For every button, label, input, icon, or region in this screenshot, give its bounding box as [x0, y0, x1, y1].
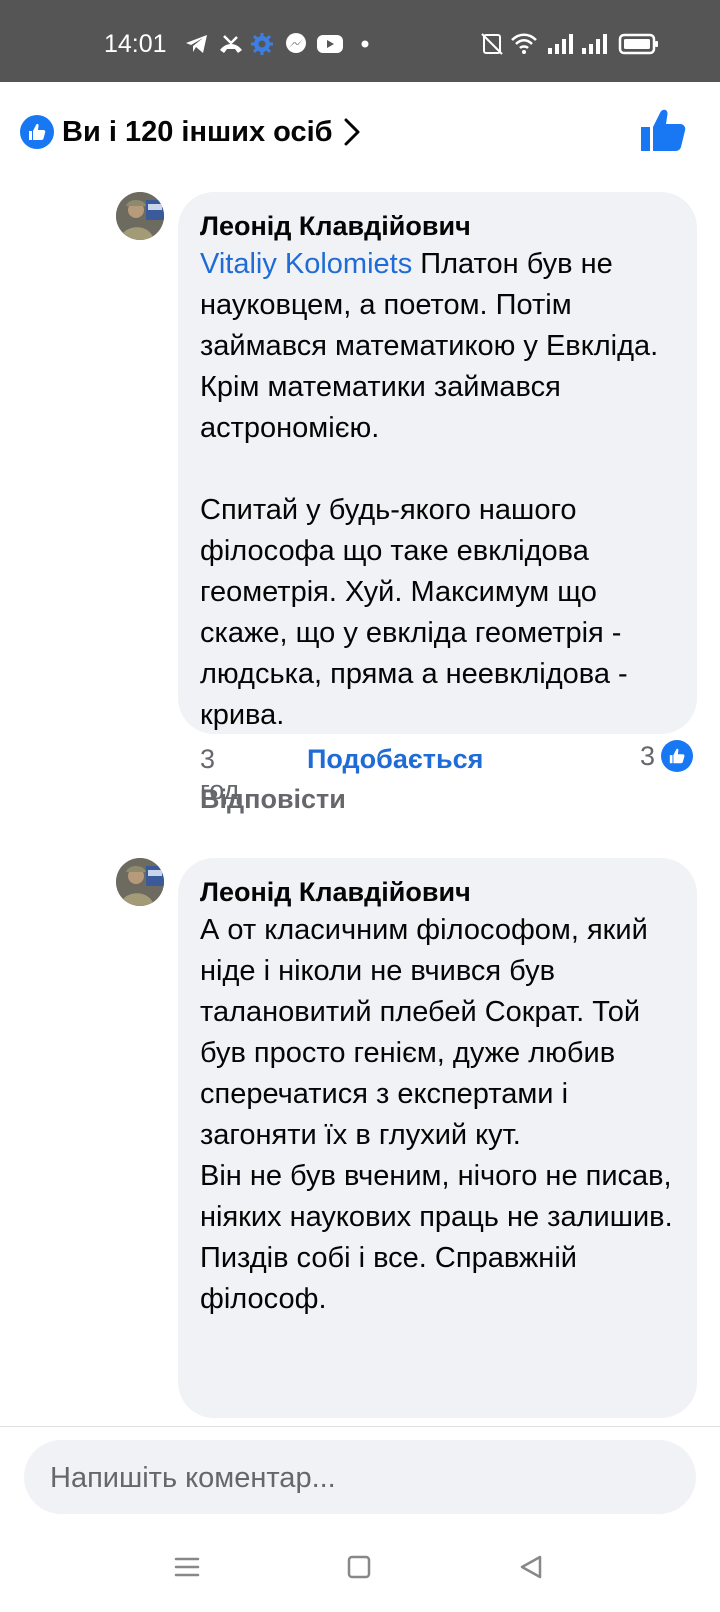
- notification-dot-icon: [361, 40, 369, 48]
- comment-author[interactable]: Леонід Клавдійович: [200, 208, 675, 244]
- reply-button[interactable]: Відповісти: [200, 784, 346, 815]
- composer-divider: [0, 1426, 720, 1427]
- comment-body: А от класичним філософом, який ніде і ні…: [200, 914, 673, 1315]
- chevron-right-icon: [344, 118, 360, 146]
- reaction-count: 3: [640, 740, 656, 771]
- reactions-summary-text: Ви і 120 інших осіб: [62, 115, 333, 148]
- settings-gear-icon: [251, 33, 273, 55]
- navigation-bar: [0, 1532, 720, 1612]
- battery-icon: [618, 33, 658, 55]
- missed-call-icon: [220, 35, 242, 53]
- comment-bubble: Леонід Клавдійович Vitaliy Kolomiets Пла…: [178, 192, 697, 734]
- status-bar: 14:01: [0, 0, 720, 82]
- like-reaction-icon: [20, 115, 54, 149]
- status-time: 14:01: [104, 30, 167, 58]
- comment-input[interactable]: [48, 1440, 672, 1516]
- messenger-icon: [286, 33, 306, 53]
- comment-body: Платон був не науковцем, а поетом. Потім…: [200, 248, 659, 731]
- telegram-icon: [186, 35, 207, 53]
- avatar[interactable]: [116, 858, 164, 906]
- home-icon[interactable]: [344, 1552, 374, 1582]
- avatar[interactable]: [116, 192, 164, 240]
- nfc-icon: [481, 33, 503, 55]
- signal-icon-1: [548, 34, 573, 54]
- like-reaction-icon: [661, 740, 694, 772]
- menu-icon[interactable]: [172, 1552, 202, 1582]
- youtube-icon: [317, 35, 343, 53]
- like-comment-button[interactable]: Подобається: [307, 744, 483, 775]
- back-icon[interactable]: [516, 1552, 546, 1582]
- wifi-icon: [511, 33, 537, 54]
- reactions-header: Ви і 120 інших осіб: [0, 82, 720, 178]
- comment-reactions[interactable]: 3: [640, 740, 694, 772]
- comment-text: Vitaliy Kolomiets Платон був не науковце…: [200, 244, 675, 736]
- comment-author[interactable]: Леонід Клавдійович: [200, 874, 675, 910]
- comment-composer: [24, 1440, 696, 1516]
- comment-bubble: Леонід Клавдійович А от класичним філосо…: [178, 858, 697, 1418]
- signal-icon-2: [582, 34, 607, 54]
- reactions-summary[interactable]: Ви і 120 інших осіб: [20, 110, 361, 154]
- mention-link[interactable]: Vitaliy Kolomiets: [200, 248, 412, 280]
- like-post-button[interactable]: [640, 107, 686, 153]
